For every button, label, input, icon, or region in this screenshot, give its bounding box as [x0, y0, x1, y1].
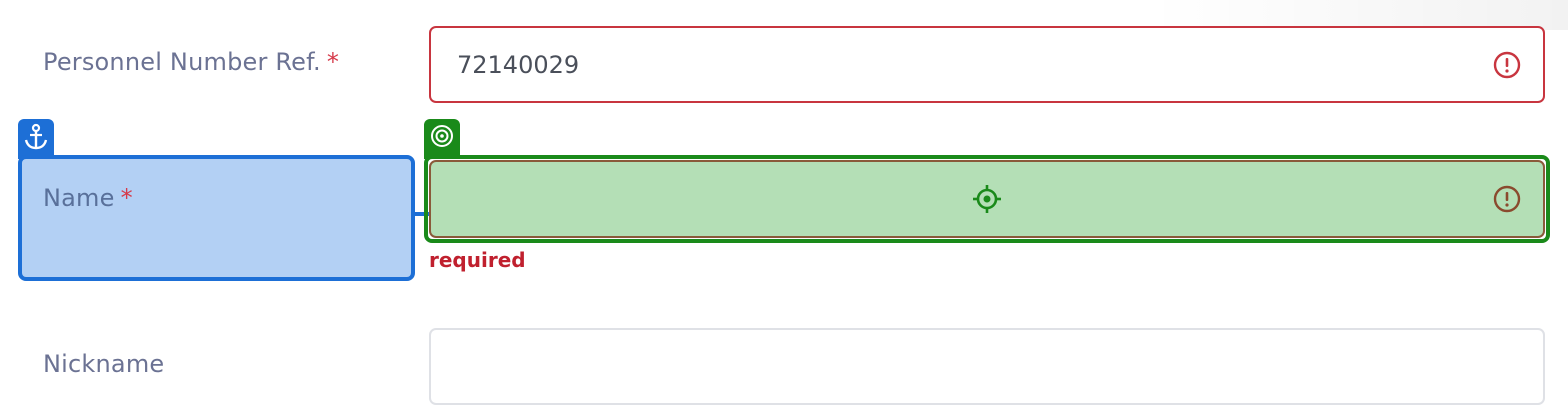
target-tab — [424, 119, 460, 159]
name-input[interactable] — [429, 160, 1545, 238]
required-asterisk: * — [326, 48, 340, 76]
crosshair-icon — [973, 185, 1001, 213]
personnel-number-label: Personnel Number Ref. * — [43, 48, 339, 76]
name-label: Name * — [43, 184, 133, 212]
anchor-tab — [18, 119, 54, 159]
required-asterisk: * — [120, 184, 133, 212]
personnel-number-value: 72140029 — [457, 50, 580, 79]
nickname-label: Nickname — [43, 350, 165, 378]
error-icon — [1493, 185, 1521, 213]
anchor-icon — [24, 123, 48, 150]
name-error-message: required — [429, 248, 526, 272]
personnel-number-input[interactable]: 72140029 — [429, 26, 1545, 103]
error-icon — [1493, 51, 1521, 78]
anchor-highlight — [18, 155, 415, 281]
personnel-number-label-text: Personnel Number Ref. — [43, 48, 321, 76]
nickname-input[interactable] — [429, 328, 1545, 405]
name-label-text: Name — [43, 184, 115, 212]
target-icon — [431, 125, 453, 147]
